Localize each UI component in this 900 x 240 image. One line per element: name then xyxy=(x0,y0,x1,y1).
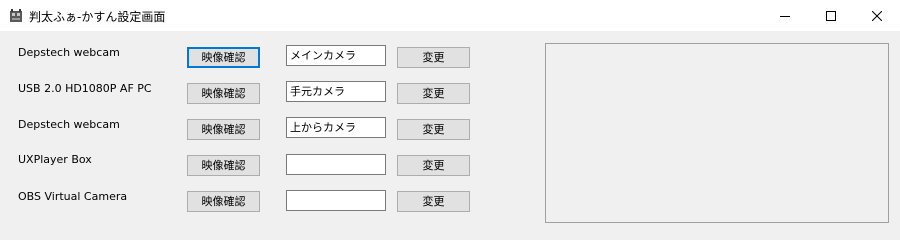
close-button[interactable] xyxy=(854,0,900,31)
device-label: OBS Virtual Camera xyxy=(18,190,128,203)
app-icon xyxy=(9,9,23,23)
device-label: UXPlayer Box xyxy=(18,153,92,166)
maximize-button[interactable] xyxy=(808,0,854,31)
preview-button[interactable]: 映像確認 xyxy=(187,191,260,212)
preview-button[interactable]: 映像確認 xyxy=(187,47,260,68)
change-button[interactable]: 変更 xyxy=(397,47,470,68)
change-button[interactable]: 変更 xyxy=(397,155,470,176)
camera-name-field[interactable] xyxy=(286,190,386,211)
change-button[interactable]: 変更 xyxy=(397,191,470,212)
device-label: Depstech webcam xyxy=(18,118,120,131)
camera-name-field[interactable]: 上からカメラ xyxy=(286,117,386,138)
change-button[interactable]: 変更 xyxy=(397,83,470,104)
minimize-button[interactable] xyxy=(762,0,808,31)
title-bar[interactable]: 判太ふぁ-かすん設定画面 xyxy=(0,0,900,31)
preview-button[interactable]: 映像確認 xyxy=(187,155,260,176)
camera-name-field[interactable]: メインカメラ xyxy=(286,45,386,66)
window-title: 判太ふぁ-かすん設定画面 xyxy=(29,10,166,24)
maximize-icon xyxy=(826,10,836,21)
change-button[interactable]: 変更 xyxy=(397,119,470,140)
device-label: USB 2.0 HD1080P AF PC xyxy=(18,82,152,95)
close-icon xyxy=(872,10,882,21)
preview-button[interactable]: 映像確認 xyxy=(187,83,260,104)
minimize-icon xyxy=(780,11,790,21)
camera-name-field[interactable]: 手元カメラ xyxy=(286,81,386,102)
video-preview-panel xyxy=(545,43,889,223)
device-label: Depstech webcam xyxy=(18,46,120,59)
preview-button[interactable]: 映像確認 xyxy=(187,119,260,140)
settings-window: 判太ふぁ-かすん設定画面 Depstech webcam 映像確認 メインカメラ… xyxy=(0,0,900,223)
camera-name-field[interactable] xyxy=(286,154,386,175)
